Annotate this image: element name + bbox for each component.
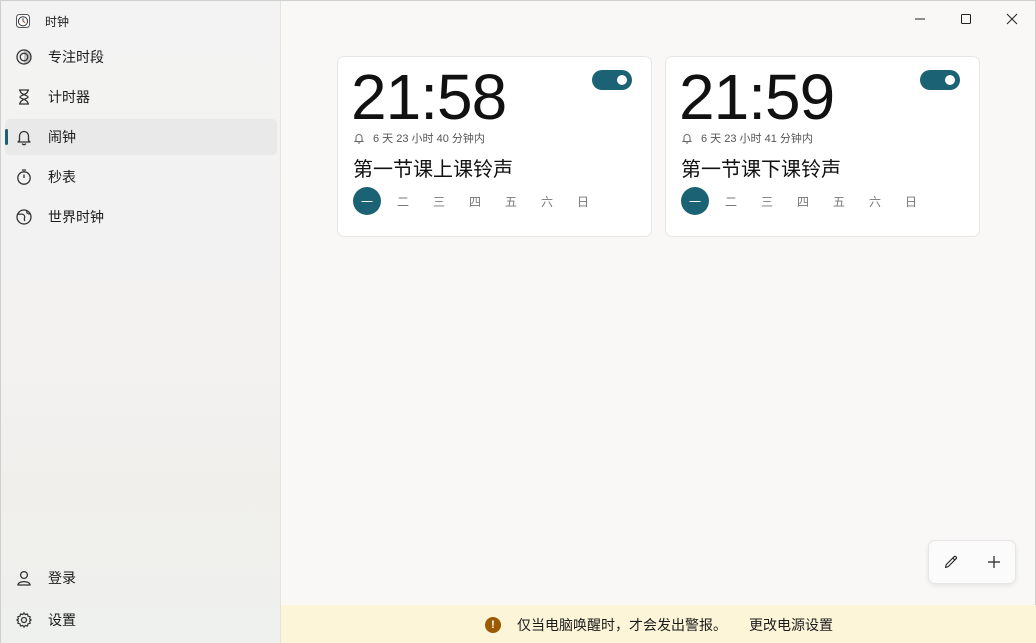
- day-mon: 一: [681, 187, 709, 215]
- alarm-name: 第一节课上课铃声: [353, 159, 513, 181]
- remaining-text: 6 天 23 小时 41 分钟内: [701, 133, 813, 145]
- sidebar-item-label: 设置: [48, 612, 76, 628]
- day-tue: 二: [396, 194, 409, 209]
- maximize-button[interactable]: [943, 1, 989, 37]
- person-icon: [15, 569, 33, 587]
- banner-message: 仅当电脑唤醒时，才会发出警报。: [517, 616, 727, 633]
- day-mon: 一: [353, 187, 381, 215]
- nav-bottom: 登录 设置: [5, 559, 277, 643]
- minimize-icon: [915, 18, 925, 20]
- sidebar-item-focus[interactable]: 专注时段: [5, 39, 277, 75]
- alarm-time: 21:59: [679, 61, 835, 133]
- nav-menu: 专注时段 计时器 闹钟 秒表 世界时钟: [5, 39, 277, 239]
- day-fri: 五: [832, 194, 845, 209]
- add-alarm-button[interactable]: [972, 540, 1015, 584]
- alarm-name: 第一节课下课铃声: [681, 159, 841, 181]
- sidebar-item-label: 世界时钟: [48, 209, 104, 225]
- alarm-toggle[interactable]: [592, 70, 632, 90]
- app-title: 时钟: [45, 14, 70, 29]
- warning-icon: !: [485, 616, 501, 633]
- alarm-days: 一 二 三 四 五 六 日: [681, 187, 933, 215]
- alarm-toggle[interactable]: [920, 70, 960, 90]
- sidebar-item-label: 闹钟: [48, 129, 76, 145]
- sidebar-item-stopwatch[interactable]: 秒表: [5, 159, 277, 195]
- sidebar-item-label: 登录: [48, 570, 76, 586]
- day-sun: 日: [576, 194, 589, 209]
- day-wed: 三: [432, 194, 445, 209]
- clock-window: 时钟 专注时段 计时器 闹钟 秒表 世界时钟 登录 设置 21:58 6 天 2…: [0, 0, 1036, 643]
- power-warning-banner: ! 仅当电脑唤醒时，才会发出警报。 更改电源设置: [281, 605, 1036, 643]
- day-fri: 五: [504, 194, 517, 209]
- alarm-remaining: 6 天 23 小时 41 分钟内: [681, 130, 813, 146]
- sidebar-item-world-clock[interactable]: 世界时钟: [5, 199, 277, 235]
- alarm-time: 21:58: [351, 61, 507, 133]
- main-content: 21:58 6 天 23 小时 40 分钟内 第一节课上课铃声 一 二 三 四 …: [281, 1, 1036, 643]
- sidebar-item-label: 计时器: [48, 89, 90, 105]
- day-sat: 六: [540, 194, 553, 209]
- globe-icon: [15, 208, 33, 226]
- window-controls: [897, 1, 1035, 37]
- sidebar-item-label: 专注时段: [48, 49, 104, 65]
- hourglass-icon: [15, 88, 33, 106]
- maximize-icon: [961, 14, 971, 24]
- sidebar: 时钟 专注时段 计时器 闹钟 秒表 世界时钟 登录 设置: [1, 1, 281, 643]
- alarm-remaining: 6 天 23 小时 40 分钟内: [353, 130, 485, 146]
- day-sun: 日: [904, 194, 917, 209]
- plus-icon: [987, 556, 1000, 568]
- clock-app-icon: [15, 13, 31, 29]
- edit-alarms-button[interactable]: [929, 540, 972, 584]
- bell-icon: [15, 128, 33, 146]
- day-wed: 三: [760, 194, 773, 209]
- settings-button[interactable]: 设置: [5, 601, 277, 639]
- close-button[interactable]: [989, 1, 1035, 37]
- remaining-text: 6 天 23 小时 40 分钟内: [373, 133, 485, 145]
- sidebar-item-alarm[interactable]: 闹钟: [5, 119, 277, 155]
- day-thu: 四: [796, 194, 809, 209]
- sidebar-item-timer[interactable]: 计时器: [5, 79, 277, 115]
- day-thu: 四: [468, 194, 481, 209]
- focus-icon: [15, 48, 33, 66]
- change-power-settings-link[interactable]: 更改电源设置: [749, 615, 833, 635]
- sidebar-item-label: 秒表: [48, 169, 76, 185]
- alarm-days: 一 二 三 四 五 六 日: [353, 187, 605, 215]
- stopwatch-icon: [15, 168, 33, 186]
- alarm-card[interactable]: 21:58 6 天 23 小时 40 分钟内 第一节课上课铃声 一 二 三 四 …: [337, 56, 652, 237]
- title-bar: 时钟: [1, 1, 281, 41]
- day-tue: 二: [724, 194, 737, 209]
- alarm-list: 21:58 6 天 23 小时 40 分钟内 第一节课上课铃声 一 二 三 四 …: [337, 56, 980, 237]
- day-sat: 六: [868, 194, 881, 209]
- alarm-actions: [928, 540, 1016, 584]
- bell-icon: [681, 132, 693, 144]
- pencil-icon: [944, 555, 957, 569]
- minimize-button[interactable]: [897, 1, 943, 37]
- close-icon: [1006, 13, 1018, 25]
- sign-in-button[interactable]: 登录: [5, 559, 277, 597]
- gear-icon: [15, 611, 33, 629]
- alarm-card[interactable]: 21:59 6 天 23 小时 41 分钟内 第一节课下课铃声 一 二 三 四 …: [665, 56, 980, 237]
- bell-icon: [353, 132, 365, 144]
